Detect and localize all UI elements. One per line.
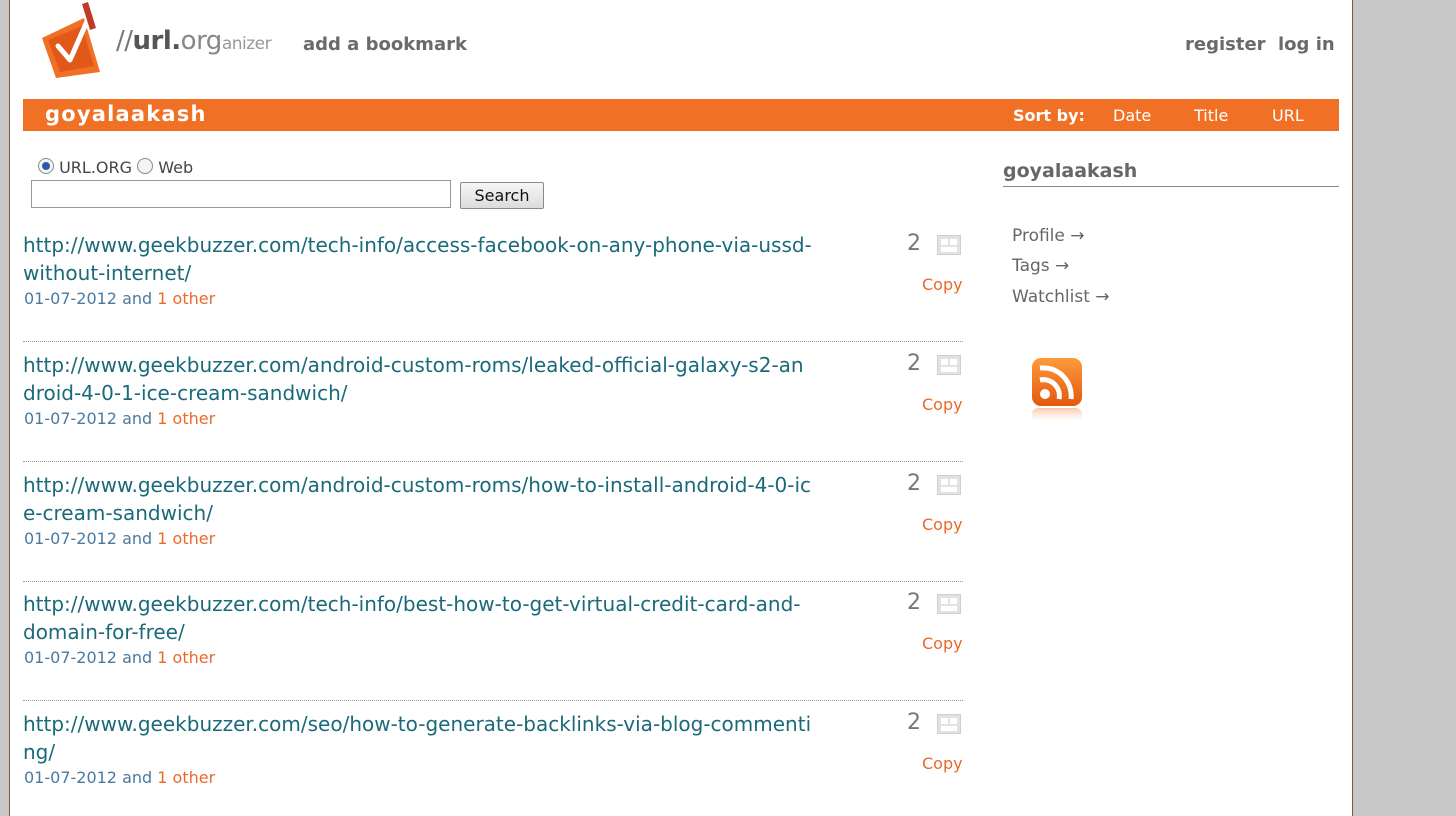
logo-slashes: // (116, 26, 133, 56)
thumbnail-icon[interactable] (937, 475, 961, 495)
logo-wordmark: //url.organizer (116, 26, 272, 56)
copy-link[interactable]: Copy (922, 634, 963, 653)
radio-web[interactable] (137, 158, 154, 174)
search-input[interactable] (31, 180, 451, 208)
register-link[interactable]: register (1185, 34, 1266, 55)
site-logo[interactable]: //url.organizer (34, 0, 296, 80)
bookmark-and: and (122, 648, 153, 667)
page-container: //url.organizer add a bookmark register … (9, 0, 1353, 816)
bookmark-others-link[interactable]: 1 other (157, 409, 215, 428)
copy-link[interactable]: Copy (922, 395, 963, 414)
bookmark-others-link[interactable]: 1 other (157, 529, 215, 548)
bookmark-count: 2 (907, 710, 921, 735)
bookmark-meta: 01-07-2012 and 1 other (24, 409, 215, 428)
bookmark-others-link[interactable]: 1 other (157, 289, 215, 308)
copy-link[interactable]: Copy (922, 515, 963, 534)
bookmark-count: 2 (907, 590, 921, 615)
bookmark-and: and (122, 768, 153, 787)
sort-by-title[interactable]: Title (1194, 106, 1228, 125)
copy-link[interactable]: Copy (922, 275, 963, 294)
radio-urlorg[interactable] (38, 158, 54, 174)
thumbnail-icon[interactable] (937, 594, 961, 614)
user-bar: goyalaakash Sort by: Date Title URL (23, 99, 1339, 131)
bookmark-and: and (122, 289, 153, 308)
divider (23, 700, 963, 701)
divider (23, 341, 963, 342)
bookmark-date: 01-07-2012 (24, 529, 117, 548)
sidebar-watchlist-link[interactable]: Watchlist → (1012, 287, 1110, 307)
bookmark-url-link[interactable]: http://www.geekbuzzer.com/tech-info/acce… (23, 231, 813, 287)
logo-url: url. (132, 26, 182, 56)
bookmark-others-link[interactable]: 1 other (157, 648, 215, 667)
logo-checkmark-icon (42, 2, 100, 78)
bookmark-date: 01-07-2012 (24, 768, 117, 787)
login-link[interactable]: log in (1278, 34, 1335, 55)
bookmark-and: and (122, 529, 153, 548)
rss-feed-icon[interactable] (1030, 356, 1084, 430)
sort-label: Sort by: (1013, 106, 1085, 125)
bookmark-count: 2 (907, 351, 921, 376)
radio-web-label: Web (158, 158, 194, 177)
sidebar-title: goyalaakash (1003, 160, 1339, 187)
bookmark-url-link[interactable]: http://www.geekbuzzer.com/android-custom… (23, 351, 813, 407)
bookmark-and: and (122, 409, 153, 428)
search-scope: URL.ORG Web (38, 158, 193, 177)
search-button[interactable]: Search (460, 182, 544, 209)
bookmark-date: 01-07-2012 (24, 409, 117, 428)
sidebar-tags-link[interactable]: Tags → (1012, 256, 1069, 276)
divider (23, 461, 963, 462)
radio-urlorg-label: URL.ORG (59, 158, 133, 177)
bookmark-count: 2 (907, 471, 921, 496)
bookmark-url-link[interactable]: http://www.geekbuzzer.com/android-custom… (23, 471, 813, 527)
bookmark-url-link[interactable]: http://www.geekbuzzer.com/seo/how-to-gen… (23, 710, 813, 766)
bookmark-date: 01-07-2012 (24, 289, 117, 308)
copy-link[interactable]: Copy (922, 754, 963, 773)
bar-username: goyalaakash (45, 102, 207, 126)
bookmark-count: 2 (907, 231, 921, 256)
logo-anizer: anizer (221, 34, 272, 54)
bookmark-url-link[interactable]: http://www.geekbuzzer.com/tech-info/best… (23, 590, 813, 646)
logo-org: org (180, 26, 223, 56)
bookmark-others-link[interactable]: 1 other (157, 768, 215, 787)
sort-by-date[interactable]: Date (1113, 106, 1151, 125)
thumbnail-icon[interactable] (937, 714, 961, 734)
thumbnail-icon[interactable] (937, 235, 961, 255)
add-bookmark-link[interactable]: add a bookmark (303, 34, 467, 55)
sidebar-profile-link[interactable]: Profile → (1012, 226, 1085, 246)
divider (23, 581, 963, 582)
bookmark-date: 01-07-2012 (24, 648, 117, 667)
bookmark-meta: 01-07-2012 and 1 other (24, 768, 215, 787)
bookmark-meta: 01-07-2012 and 1 other (24, 648, 215, 667)
thumbnail-icon[interactable] (937, 355, 961, 375)
bookmark-meta: 01-07-2012 and 1 other (24, 289, 215, 308)
sort-by-url[interactable]: URL (1272, 106, 1304, 125)
bookmark-meta: 01-07-2012 and 1 other (24, 529, 215, 548)
